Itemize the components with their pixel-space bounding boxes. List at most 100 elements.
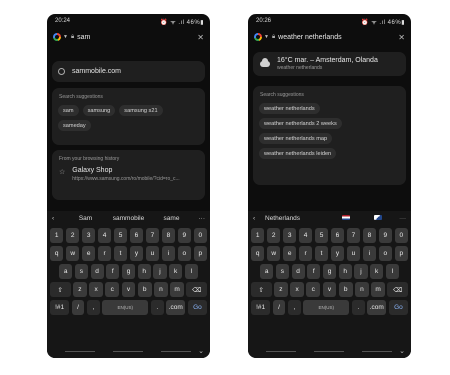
nav-line[interactable] [113,351,143,352]
keyboard-suggestion[interactable]: same [150,215,193,222]
suggestion-chip[interactable]: weather netherlands 2 weeks [259,118,342,129]
shift-icon[interactable]: ⇧ [50,282,71,297]
key[interactable]: 1 [50,228,64,243]
key[interactable]: b [137,282,152,297]
key[interactable]: x [290,282,304,297]
key[interactable]: g [322,264,337,279]
key[interactable]: a [260,264,274,279]
key[interactable]: c [105,282,120,297]
key[interactable]: r [97,246,112,261]
flag-icon[interactable] [362,215,394,222]
key[interactable]: 3 [81,228,96,243]
key[interactable]: 7 [346,228,361,243]
keyboard-suggestion[interactable]: Netherlands [265,215,330,222]
slash-key[interactable]: / [272,300,286,315]
suggestion-chip[interactable]: weather netherlands map [259,133,333,144]
search-bar[interactable]: ▼ 🔒︎ sam ✕ [53,31,204,43]
key[interactable]: 8 [161,228,176,243]
search-bar[interactable]: ▼ 🔒︎ weather netherlands ✕ [254,31,405,43]
com-key[interactable]: .com [166,300,186,315]
key[interactable]: b [338,282,353,297]
key[interactable]: j [153,264,167,279]
go-key[interactable]: Go [388,300,408,315]
nav-line[interactable] [314,351,344,352]
key[interactable]: 7 [145,228,160,243]
key[interactable]: e [81,246,96,261]
comma-key[interactable]: , [287,300,301,315]
key[interactable]: 9 [378,228,393,243]
key[interactable]: y [129,246,144,261]
key[interactable]: 0 [193,228,208,243]
search-input[interactable]: sam [77,34,197,41]
key[interactable]: i [362,246,377,261]
comma-key[interactable]: , [86,300,100,315]
more-icon[interactable]: ··· [193,215,206,222]
key[interactable]: t [113,246,128,261]
slash-key[interactable]: / [71,300,85,315]
symbols-key[interactable]: !#1 [50,300,70,315]
key[interactable]: 4 [298,228,313,243]
url-suggestion[interactable]: sammobile.com [52,61,205,82]
key[interactable]: z [73,282,87,297]
more-icon[interactable]: — [394,215,407,222]
key[interactable]: 0 [394,228,409,243]
key[interactable]: 6 [330,228,345,243]
key[interactable]: o [378,246,393,261]
key[interactable]: q [50,246,64,261]
key[interactable]: j [354,264,368,279]
close-icon[interactable]: ✕ [398,33,405,42]
com-key[interactable]: .com [367,300,387,315]
shift-icon[interactable]: ⇧ [251,282,272,297]
key[interactable]: g [121,264,136,279]
key[interactable]: n [355,282,369,297]
key[interactable]: x [89,282,103,297]
key[interactable]: y [330,246,345,261]
key[interactable]: v [322,282,337,297]
key[interactable]: a [59,264,73,279]
chevron-down-icon[interactable]: ▼ [63,34,68,40]
key[interactable]: 3 [282,228,297,243]
key[interactable]: 8 [362,228,377,243]
google-logo-icon[interactable] [254,33,262,41]
key[interactable]: 2 [65,228,80,243]
key[interactable]: l [184,264,198,279]
key[interactable]: p [394,246,409,261]
key[interactable]: w [266,246,281,261]
chevron-down-icon[interactable]: ⌄ [198,347,204,355]
nav-line[interactable] [65,351,95,352]
key[interactable]: i [161,246,176,261]
key[interactable]: q [251,246,265,261]
key[interactable]: 5 [113,228,128,243]
key[interactable]: 9 [177,228,192,243]
suggestion-chip[interactable]: samsung [82,105,116,116]
suggestion-chip[interactable]: sam [58,105,79,116]
key[interactable]: 5 [314,228,329,243]
history-item[interactable]: ☆ Galaxy Shop https://www.samsung.com/ro… [52,162,205,187]
period-key[interactable]: . [150,300,164,315]
key[interactable]: w [65,246,80,261]
key[interactable]: t [314,246,329,261]
suggestion-chip[interactable]: weather netherlands [259,103,320,114]
suggestion-chip[interactable]: samsung s21 [119,105,163,116]
key[interactable]: p [193,246,208,261]
key[interactable]: k [169,264,183,279]
go-key[interactable]: Go [187,300,207,315]
key[interactable]: 1 [251,228,265,243]
key[interactable]: v [121,282,136,297]
key[interactable]: z [274,282,288,297]
key[interactable]: u [145,246,160,261]
space-key[interactable]: EN(US) [303,300,350,315]
key[interactable]: 2 [266,228,281,243]
nav-line[interactable] [362,351,392,352]
chevron-down-icon[interactable]: ▼ [264,34,269,40]
key[interactable]: h [338,264,352,279]
key[interactable]: f [307,264,321,279]
key[interactable]: s [275,264,289,279]
key[interactable]: l [385,264,399,279]
keyboard-suggestion[interactable]: Sam [64,215,107,222]
key[interactable]: k [370,264,384,279]
suggestion-chip[interactable]: weather netherlands leiden [259,148,337,159]
key[interactable]: d [90,264,104,279]
key[interactable]: 6 [129,228,144,243]
key[interactable]: m [170,282,184,297]
